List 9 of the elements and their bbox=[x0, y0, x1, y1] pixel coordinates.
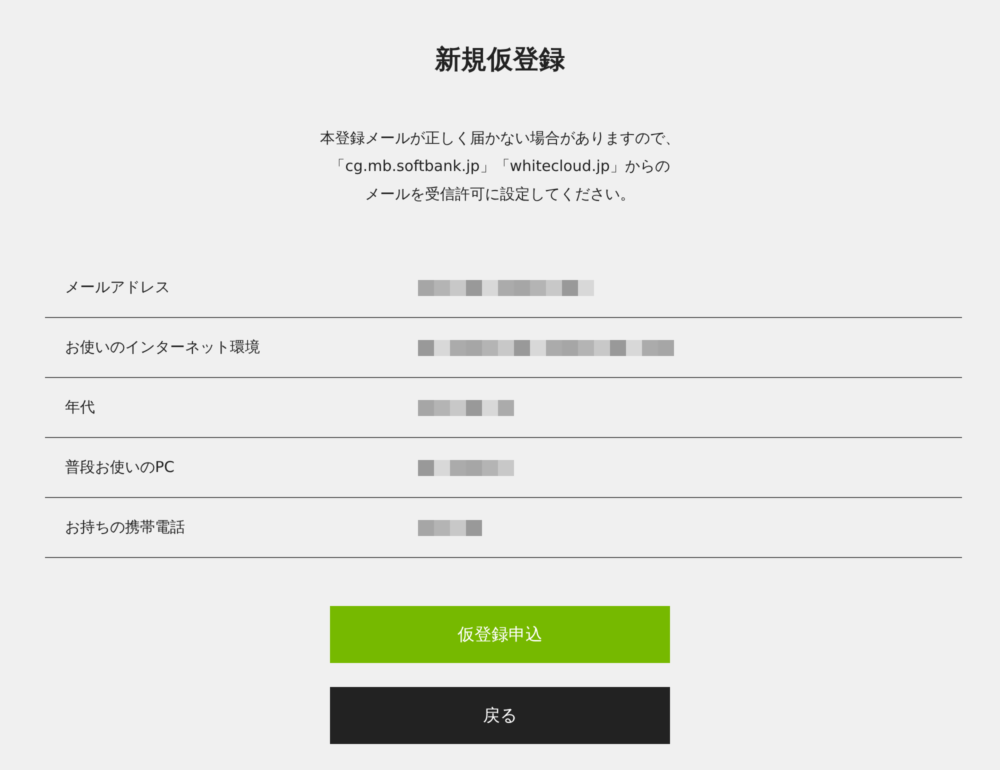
field-label: 普段お使いのPC bbox=[64, 458, 176, 477]
field-label: メールアドレス bbox=[64, 278, 171, 297]
page-title: 新規仮登録 bbox=[435, 44, 565, 77]
field-label: お使いのインターネット環境 bbox=[64, 338, 261, 357]
field-label: 年代 bbox=[64, 398, 96, 417]
back-button[interactable]: 戻る bbox=[330, 687, 670, 744]
field-label: お持ちの携帯電話 bbox=[64, 518, 186, 537]
pixelated-value bbox=[418, 520, 482, 536]
notice-text: 本登録メールが正しく届かない場合がありますので、 「cg.mb.softbank.jp」「whitecloud.jp」からの メールを受信許可に設定してください。 bbox=[320, 128, 680, 205]
